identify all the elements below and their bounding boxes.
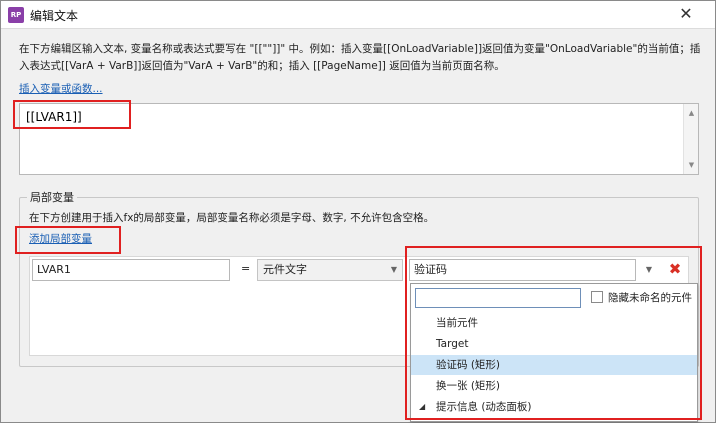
equals-sign: = — [241, 262, 251, 275]
app-logo-icon: RP — [8, 7, 24, 23]
variable-type-select[interactable]: 元件文字 ▼ — [257, 259, 403, 281]
scroll-down-icon[interactable]: ▼ — [684, 158, 699, 172]
editor-scrollbar[interactable]: ▲ ▼ — [683, 104, 698, 174]
dialog-title: 编辑文本 — [30, 9, 79, 23]
hide-unnamed-label: 隐藏未命名的元件 — [608, 292, 692, 304]
dropdown-item-label: 当前元件 — [436, 317, 478, 329]
expand-triangle-icon[interactable]: ◢ — [419, 397, 425, 417]
dropdown-item-target[interactable]: Target — [411, 334, 697, 354]
delete-variable-icon[interactable]: ✖ — [665, 258, 685, 280]
title-bar: RP 编辑文本 ✕ — [1, 1, 715, 29]
add-local-variable-link[interactable]: 添加局部变量 — [29, 231, 92, 246]
widget-search-input[interactable] — [415, 288, 581, 308]
editor-content: [[LVAR1]] — [26, 110, 82, 124]
dropdown-item-label: 验证码 (矩形) — [436, 359, 501, 371]
local-variables-legend: 局部变量 — [27, 189, 77, 205]
widget-dropdown-list: 隐藏未命名的元件 当前元件 Target 验证码 (矩形) 换一张 (矩形) ◢… — [410, 283, 698, 422]
insert-variable-function-link[interactable]: 插入变量或函数... — [19, 81, 103, 96]
chevron-down-icon: ▼ — [390, 265, 397, 274]
variable-name-input[interactable]: LVAR1 — [32, 259, 230, 281]
chevron-down-icon[interactable]: ▼ — [642, 259, 656, 281]
variable-type-value: 元件文字 — [263, 263, 307, 276]
scroll-up-icon[interactable]: ▲ — [684, 106, 699, 120]
dropdown-item-current-widget[interactable]: 当前元件 — [411, 313, 697, 333]
dropdown-item-label: Target — [436, 338, 469, 350]
edit-text-dialog: RP 编辑文本 ✕ 在下方编辑区输入文本, 变量名称或表达式要写在 "[[""]… — [0, 0, 716, 423]
hide-unnamed-checkbox[interactable] — [591, 291, 603, 303]
dropdown-item-label: 提示信息 (动态面板) — [436, 401, 532, 413]
close-button[interactable]: ✕ — [671, 4, 701, 24]
instructions-text: 在下方编辑区输入文本, 变量名称或表达式要写在 "[[""]]" 中。例如：插入… — [19, 43, 701, 72]
dropdown-item-hint-panel[interactable]: ◢ 提示信息 (动态面板) — [411, 397, 697, 417]
dropdown-item-captcha[interactable]: 验证码 (矩形) — [411, 355, 697, 375]
dropdown-item-label: 换一张 (矩形) — [436, 380, 501, 392]
text-editor[interactable]: [[LVAR1]] ▲ ▼ — [19, 103, 699, 175]
widget-select[interactable]: 验证码 — [409, 259, 636, 281]
widget-select-value: 验证码 — [414, 263, 447, 276]
local-variables-description: 在下方创建用于插入fx的局部变量，局部变量名称必须是字母、数字, 不允许包含空格… — [29, 212, 435, 224]
dropdown-item-refresh[interactable]: 换一张 (矩形) — [411, 376, 697, 396]
